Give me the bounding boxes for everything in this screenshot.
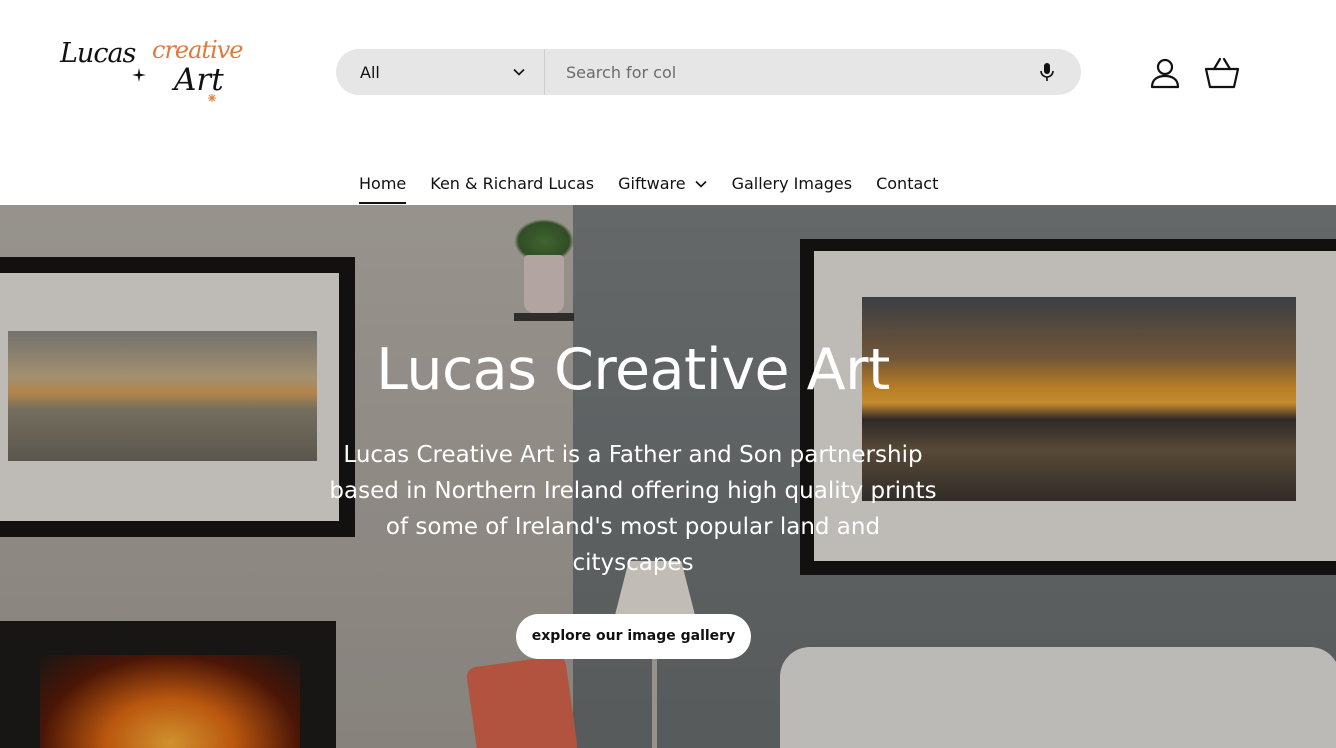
search-input[interactable] bbox=[546, 49, 1016, 95]
nav-item-giftware[interactable]: Giftware bbox=[618, 166, 707, 204]
logo-sparkle-icon bbox=[132, 68, 146, 82]
basket-icon[interactable] bbox=[1204, 56, 1240, 90]
nav-item-giftware-label: Giftware bbox=[618, 174, 686, 193]
search-category-value: All bbox=[360, 63, 380, 82]
logo-text-lucas: Lucas bbox=[60, 38, 136, 69]
chevron-down-icon bbox=[513, 68, 525, 76]
nav-item-gallery-images[interactable]: Gallery Images bbox=[732, 166, 853, 204]
hero-content: Lucas Creative Art Lucas Creative Art is… bbox=[0, 205, 1336, 748]
main-nav: Home Ken & Richard Lucas Giftware Galler… bbox=[359, 166, 962, 204]
search-bar: All bbox=[336, 49, 1081, 95]
search-category-select[interactable]: All bbox=[336, 49, 545, 95]
brand-logo[interactable]: Lucas creative Art bbox=[56, 22, 252, 106]
explore-gallery-button[interactable]: explore our image gallery bbox=[516, 614, 751, 659]
hero-title: Lucas Creative Art bbox=[376, 337, 890, 403]
nav-item-contact[interactable]: Contact bbox=[876, 166, 938, 204]
logo-asterisk-icon bbox=[208, 94, 216, 102]
logo-text-creative: creative bbox=[152, 36, 244, 64]
chevron-down-icon bbox=[695, 180, 707, 188]
account-icon[interactable] bbox=[1148, 56, 1182, 90]
hero-description: Lucas Creative Art is a Father and Son p… bbox=[329, 442, 937, 576]
logo-text-art: Art bbox=[174, 62, 224, 98]
nav-item-ken-richard-lucas[interactable]: Ken & Richard Lucas bbox=[430, 166, 594, 204]
microphone-icon[interactable] bbox=[1036, 61, 1058, 83]
nav-item-home[interactable]: Home bbox=[359, 166, 407, 204]
